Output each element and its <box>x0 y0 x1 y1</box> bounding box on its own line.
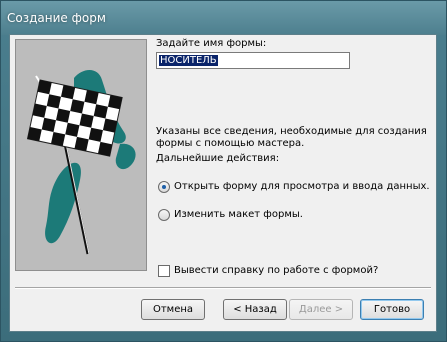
help-checkbox[interactable] <box>158 265 170 277</box>
wizard-client-area: Задайте имя формы: НОСИТЕЛЬ Указаны все … <box>9 34 437 332</box>
form-name-input[interactable]: НОСИТЕЛЬ <box>156 52 350 69</box>
footer-divider <box>15 287 431 289</box>
checkered-flag-icon <box>26 70 136 255</box>
cancel-button[interactable]: Отмена <box>141 299 205 320</box>
help-checkbox-label: Вывести справку по работе с формой? <box>174 265 379 276</box>
wizard-illustration <box>15 39 147 271</box>
next-button[interactable]: Далее > <box>289 299 353 320</box>
wizard-window: Создание форм Задайте имя формы: НОСИТЕЛ… <box>0 0 447 342</box>
edit-layout-radio[interactable] <box>158 209 170 221</box>
info-text-line2: формы с помощью мастера. <box>156 138 305 149</box>
open-form-label: Открыть форму для просмотра и ввода данн… <box>174 181 430 192</box>
next-actions-label: Дальнейшие действия: <box>156 153 280 164</box>
form-name-value: НОСИТЕЛЬ <box>159 55 218 66</box>
info-text-line1: Указаны все сведения, необходимые для со… <box>156 126 427 137</box>
form-name-label: Задайте имя формы: <box>156 38 267 49</box>
back-button[interactable]: < Назад <box>223 299 287 320</box>
window-title: Создание форм <box>7 11 106 25</box>
title-bar[interactable]: Создание форм <box>1 1 446 35</box>
open-form-radio[interactable] <box>158 181 170 193</box>
finish-button[interactable]: Готово <box>360 299 424 320</box>
edit-layout-label: Изменить макет формы. <box>174 209 303 220</box>
